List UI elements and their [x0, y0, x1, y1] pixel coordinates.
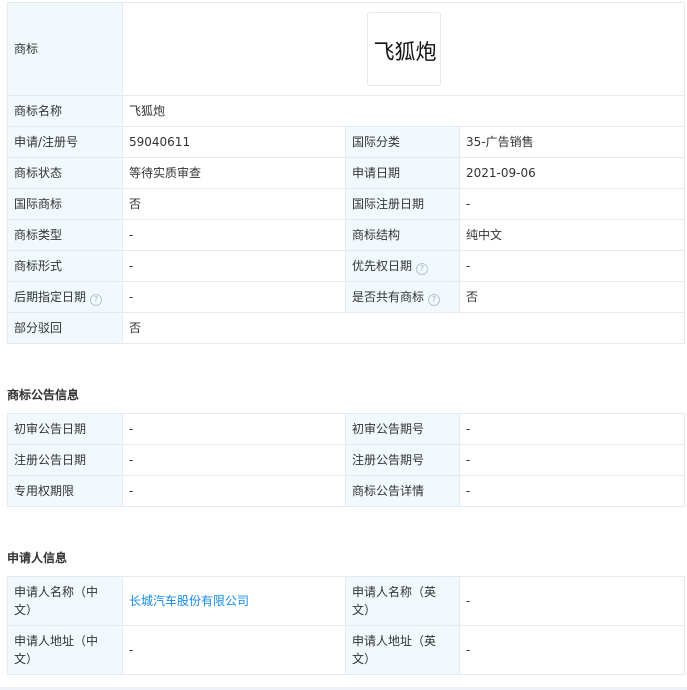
intl-mark-label: 国际商标: [7, 188, 123, 220]
priority-date-label-cell: 优先权日期?: [345, 250, 460, 282]
table-row: 国际商标 否 国际注册日期 -: [7, 188, 685, 220]
exclusive-period-label: 专用权期限: [7, 475, 123, 507]
table-row: 商标名称 飞狐炮: [7, 95, 685, 127]
announcement-details-label: 商标公告详情: [345, 475, 460, 507]
trademark-logo-image: 飞狐炮: [373, 40, 436, 64]
reg-no-value: 59040611: [122, 126, 346, 158]
later-designation-date-label: 后期指定日期: [14, 290, 87, 304]
prelim-date-label: 初审公告日期: [7, 413, 123, 445]
announcement-table: 初审公告日期 - 初审公告期号 - 注册公告日期 - 注册公告期号 - 专用权期…: [7, 413, 685, 507]
intl-class-label: 国际分类: [345, 126, 460, 158]
prelim-date-value: -: [122, 413, 346, 445]
intl-reg-date-value: -: [459, 188, 685, 220]
trademark-basic-info-table: 商标 飞狐炮 商标名称 飞狐炮 申请/注册号 59040611 国际分类 35-…: [7, 2, 685, 344]
applicant-name-en-label: 申请人名称（英文）: [345, 576, 460, 626]
applicant-addr-cn-value: -: [122, 625, 346, 675]
table-row: 商标形式 - 优先权日期? -: [7, 250, 685, 282]
shared-mark-value: 否: [459, 281, 685, 313]
mark-type-value: -: [122, 219, 346, 251]
table-row: 商标 飞狐炮: [7, 2, 685, 96]
applicant-addr-en-label: 申请人地址（英文）: [345, 625, 460, 675]
help-icon[interactable]: ?: [90, 294, 103, 306]
later-designation-date-label-cell: 后期指定日期?: [7, 281, 123, 313]
mark-structure-value: 纯中文: [459, 219, 685, 251]
applicant-name-cn-label: 申请人名称（中文）: [7, 576, 123, 626]
table-row: 专用权期限 - 商标公告详情 -: [7, 475, 685, 507]
intl-class-value: 35-广告销售: [459, 126, 685, 158]
announcement-details-value: -: [459, 475, 685, 507]
partial-reject-label: 部分驳回: [7, 312, 123, 344]
logo-cell: 飞狐炮: [122, 2, 685, 96]
table-row: 申请人地址（中文） - 申请人地址（英文） -: [7, 625, 685, 675]
table-row: 商标状态 等待实质审查 申请日期 2021-09-06: [7, 157, 685, 189]
logo-label: 商标: [7, 2, 123, 96]
intl-mark-value: 否: [122, 188, 346, 220]
applicant-name-cn-link[interactable]: 长城汽车股份有限公司: [129, 594, 249, 608]
table-row: 申请/注册号 59040611 国际分类 35-广告销售: [7, 126, 685, 158]
table-row: 商标类型 - 商标结构 纯中文: [7, 219, 685, 251]
announcement-section-title: 商标公告信息: [7, 388, 80, 402]
help-icon[interactable]: ?: [428, 294, 441, 306]
mark-form-value: -: [122, 250, 346, 282]
applicant-addr-cn-label: 申请人地址（中文）: [7, 625, 123, 675]
trademark-logo[interactable]: 飞狐炮: [366, 12, 441, 86]
exclusive-period-value: -: [122, 475, 346, 507]
applicant-section-title: 申请人信息: [7, 551, 68, 565]
trademark-name-value: 飞狐炮: [122, 95, 685, 127]
shared-mark-label-cell: 是否共有商标?: [345, 281, 460, 313]
mark-type-label: 商标类型: [7, 219, 123, 251]
reg-announce-no-label: 注册公告期号: [345, 444, 460, 476]
mark-structure-label: 商标结构: [345, 219, 460, 251]
table-row: 申请人名称（中文） 长城汽车股份有限公司 申请人名称（英文） -: [7, 576, 685, 626]
table-row: 初审公告日期 - 初审公告期号 -: [7, 413, 685, 445]
shared-mark-label: 是否共有商标: [352, 290, 425, 304]
apply-date-label: 申请日期: [345, 157, 460, 189]
apply-date-value: 2021-09-06: [459, 157, 685, 189]
trademark-name-label: 商标名称: [7, 95, 123, 127]
reg-announce-no-value: -: [459, 444, 685, 476]
table-row: 后期指定日期? - 是否共有商标? 否: [7, 281, 685, 313]
table-row: 注册公告日期 - 注册公告期号 -: [7, 444, 685, 476]
priority-date-label: 优先权日期: [352, 259, 413, 273]
help-icon[interactable]: ?: [416, 263, 429, 275]
prelim-no-label: 初审公告期号: [345, 413, 460, 445]
status-label: 商标状态: [7, 157, 123, 189]
applicant-name-cn-cell: 长城汽车股份有限公司: [122, 576, 346, 626]
status-value: 等待实质审查: [122, 157, 346, 189]
table-row: 部分驳回 否: [7, 312, 685, 344]
reg-announce-date-value: -: [122, 444, 346, 476]
later-designation-date-value: -: [122, 281, 346, 313]
trademark-logo-text: 飞狐炮: [373, 40, 436, 64]
prelim-no-value: -: [459, 413, 685, 445]
intl-reg-date-label: 国际注册日期: [345, 188, 460, 220]
mark-form-label: 商标形式: [7, 250, 123, 282]
applicant-name-en-value: -: [459, 576, 685, 626]
reg-no-label: 申请/注册号: [7, 126, 123, 158]
applicant-table: 申请人名称（中文） 长城汽车股份有限公司 申请人名称（英文） - 申请人地址（中…: [7, 576, 685, 675]
priority-date-value: -: [459, 250, 685, 282]
applicant-addr-en-value: -: [459, 625, 685, 675]
partial-reject-value: 否: [122, 312, 685, 344]
reg-announce-date-label: 注册公告日期: [7, 444, 123, 476]
